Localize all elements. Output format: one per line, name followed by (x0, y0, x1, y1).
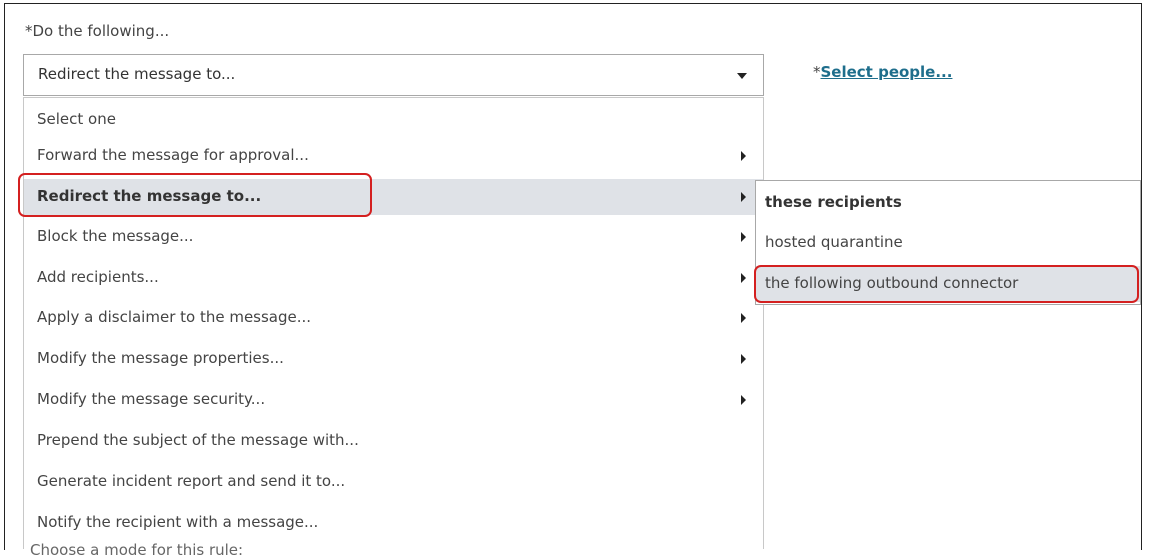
action-dropdown-value: Redirect the message to... (38, 65, 236, 83)
submenu-item-label: the following outbound connector (765, 274, 1019, 292)
menu-item-label: Modify the message security... (37, 390, 266, 408)
redirect-submenu: these recipients hosted quarantine the f… (755, 180, 1141, 305)
submenu-item-these-recipients[interactable]: these recipients (756, 185, 1140, 221)
select-people-link[interactable]: *Select people... (813, 63, 952, 81)
menu-item-notify-recipient[interactable]: Notify the recipient with a message... (24, 505, 763, 541)
chevron-down-icon[interactable] (737, 73, 747, 79)
chevron-right-icon (741, 151, 746, 161)
submenu-item-hosted-quarantine[interactable]: hosted quarantine (756, 225, 1140, 261)
menu-item-add-recipients[interactable]: Add recipients... (24, 260, 763, 296)
menu-item-forward-for-approval[interactable]: Forward the message for approval... (24, 138, 763, 174)
chevron-right-icon (741, 192, 746, 202)
menu-item-label: Redirect the message to... (37, 187, 262, 205)
menu-item-label: Block the message... (37, 227, 194, 245)
select-people-link-text[interactable]: Select people... (821, 63, 953, 81)
menu-item-label: Notify the recipient with a message... (37, 513, 319, 531)
submenu-item-outbound-connector[interactable]: the following outbound connector (756, 266, 1140, 302)
menu-item-label: Forward the message for approval... (37, 146, 309, 164)
do-following-label: *Do the following... (25, 22, 170, 40)
menu-item-label: Prepend the subject of the message with.… (37, 431, 359, 449)
menu-item-label: Generate incident report and send it to.… (37, 472, 346, 490)
required-marker: * (813, 63, 821, 81)
menu-item-modify-properties[interactable]: Modify the message properties... (24, 341, 763, 377)
menu-item-select-one[interactable]: Select one (24, 102, 763, 138)
partially-hidden-label: Choose a mode for this rule: (30, 541, 244, 559)
menu-item-modify-security[interactable]: Modify the message security... (24, 382, 763, 418)
menu-item-block-message[interactable]: Block the message... (24, 219, 763, 255)
menu-item-generate-incident-report[interactable]: Generate incident report and send it to.… (24, 464, 763, 500)
chevron-right-icon (741, 395, 746, 405)
menu-item-label: Apply a disclaimer to the message... (37, 308, 312, 326)
chevron-right-icon (741, 232, 746, 242)
menu-item-label: Modify the message properties... (37, 349, 284, 367)
submenu-item-label: hosted quarantine (765, 233, 903, 251)
action-dropdown-menu: Select one Forward the message for appro… (23, 97, 764, 549)
menu-item-redirect-message[interactable]: Redirect the message to... (24, 179, 763, 215)
action-dropdown[interactable]: Redirect the message to... (23, 54, 764, 96)
chevron-right-icon (741, 313, 746, 323)
menu-item-label: Add recipients... (37, 268, 159, 286)
chevron-right-icon (741, 354, 746, 364)
menu-item-apply-disclaimer[interactable]: Apply a disclaimer to the message... (24, 300, 763, 336)
submenu-item-label: these recipients (765, 193, 902, 211)
menu-item-prepend-subject[interactable]: Prepend the subject of the message with.… (24, 423, 763, 459)
menu-item-label: Select one (37, 110, 116, 128)
chevron-right-icon (741, 273, 746, 283)
